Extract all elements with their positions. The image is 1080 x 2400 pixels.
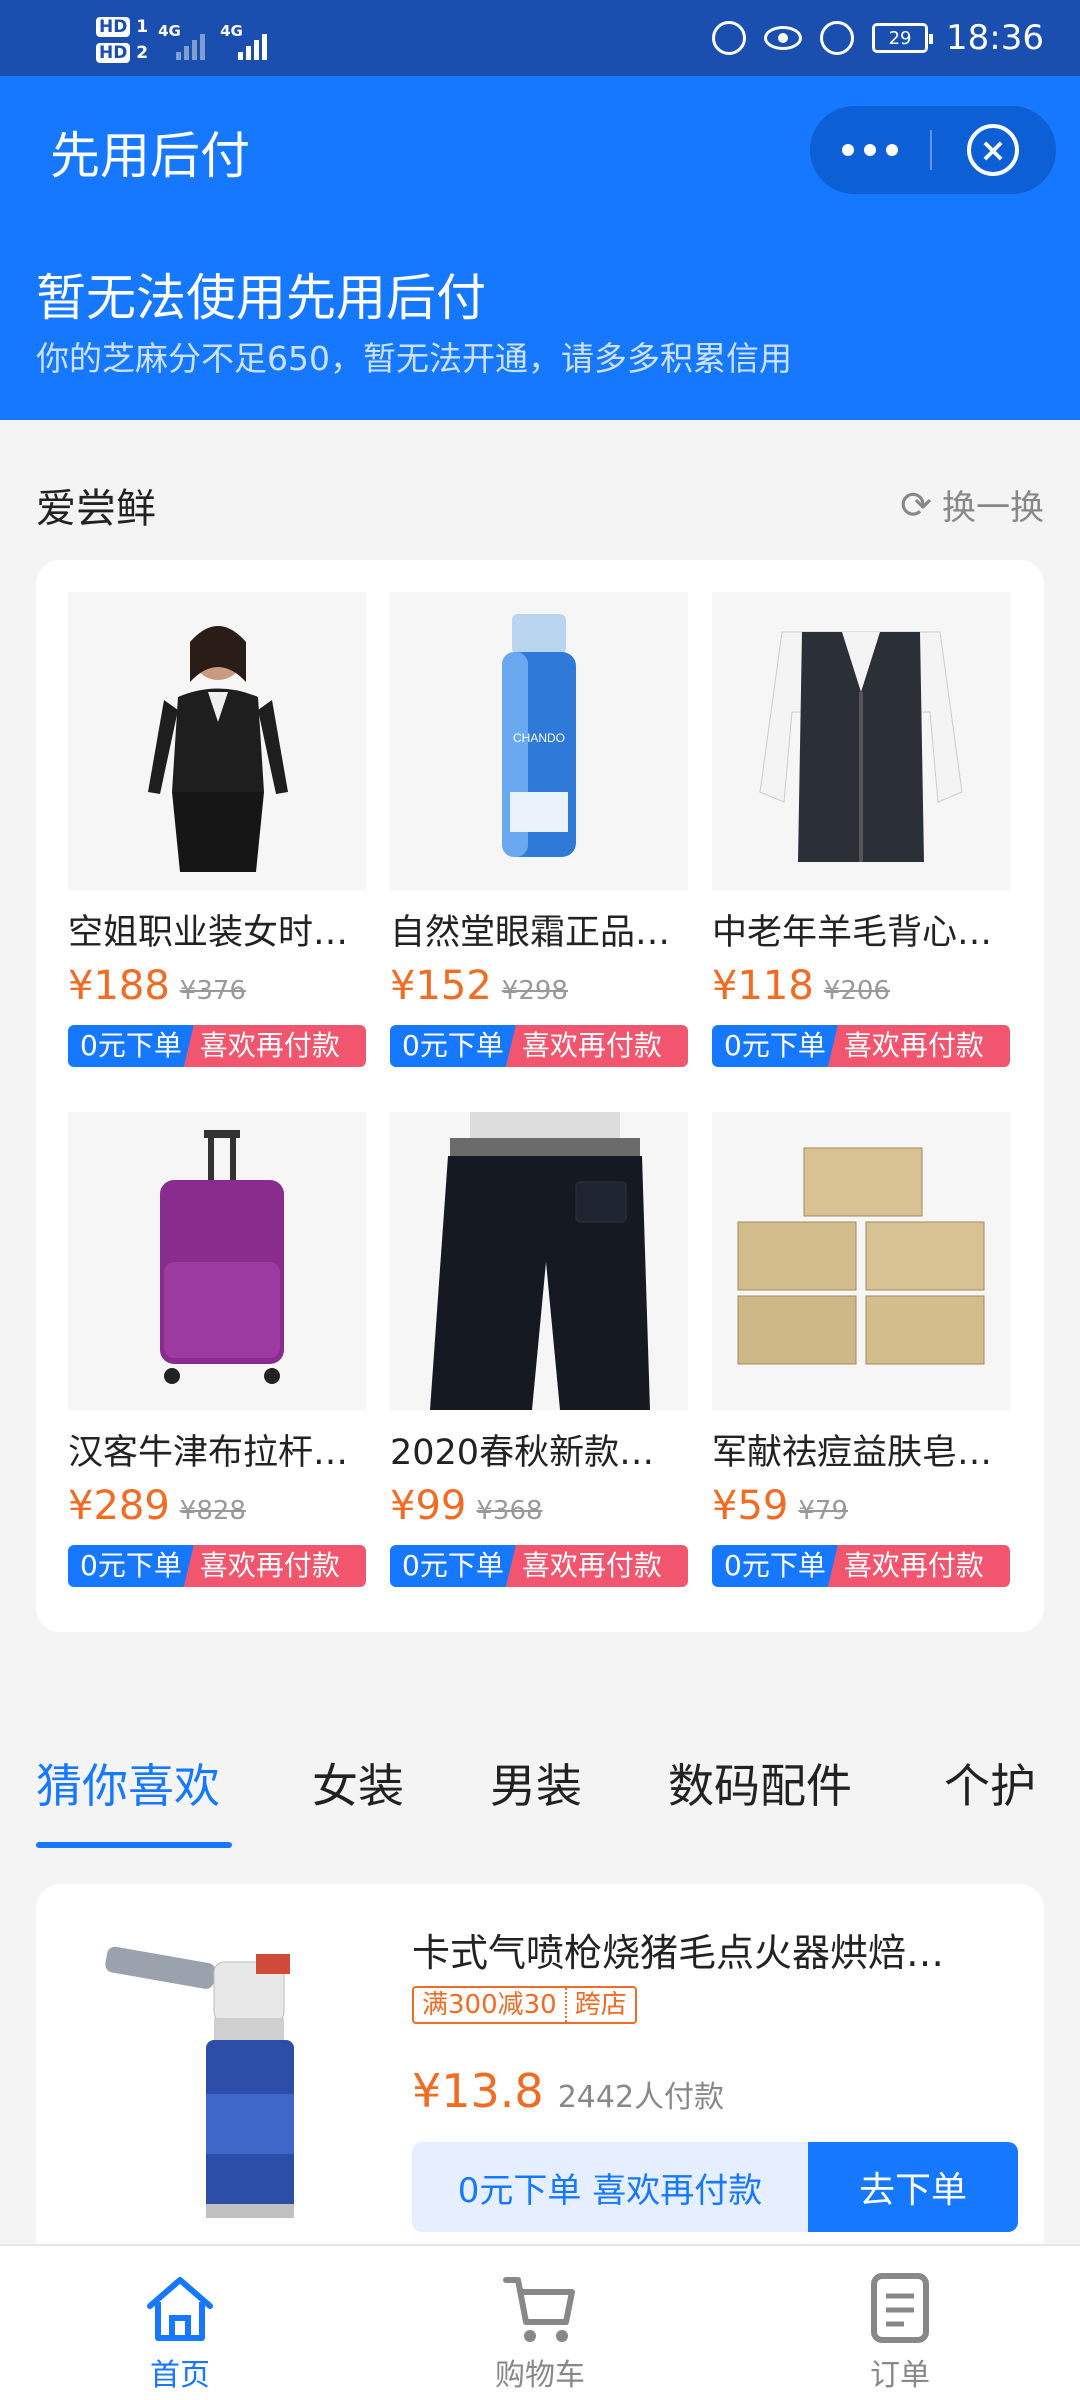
pay-later-tag: 0元下单 <box>390 1025 516 1067</box>
battery-icon: 29 <box>872 23 934 53</box>
pay-later-tag-2: 喜欢再付款 <box>505 1545 688 1587</box>
product-card[interactable]: 中老年羊毛背心… ¥118 ¥206 0元下单 喜欢再付款 <box>712 592 1010 1067</box>
refresh-button[interactable]: ⟳ 换一换 <box>900 480 1044 529</box>
page-title: 先用后付 <box>50 127 250 185</box>
product-card[interactable]: 军献祛痘益肤皂… ¥59 ¥79 0元下单 喜欢再付款 <box>712 1112 1010 1587</box>
sold-count: 2442人付款 <box>557 2080 725 2115</box>
nav-cart[interactable]: 购物车 <box>440 2246 640 2400</box>
pay-later-tag: 0元下单 <box>68 1025 194 1067</box>
product-card[interactable]: 汉客牛津布拉杆… ¥289 ¥828 0元下单 喜欢再付款 <box>68 1112 366 1587</box>
section-title: 爱尝鲜 <box>36 486 156 532</box>
sim1-label: HD <box>96 17 131 37</box>
sim-indicators: HD 1 HD 2 <box>96 14 148 66</box>
product-grid: 空姐职业装女时… ¥188 ¥376 0元下单 喜欢再付款 CHANDO 自然堂眼霜… <box>36 560 1044 1632</box>
product-name: 自然堂眼霜正品… <box>390 913 671 953</box>
product-price: ¥289 <box>68 1483 170 1529</box>
active-tab-indicator <box>36 1842 232 1848</box>
cart-icon <box>503 2277 575 2342</box>
product-card[interactable]: CHANDO 自然堂眼霜正品… ¥152 ¥298 0元下单 喜欢再付款 <box>390 592 688 1067</box>
list-item[interactable]: 卡式气喷枪烧猪毛点火器烘焙… 满300减30 跨店 ¥13.8 2442人付款 … <box>36 1884 1044 2244</box>
tab-personal-care[interactable]: 个护 <box>944 1750 1036 1816</box>
more-button[interactable] <box>810 106 930 194</box>
product-name: 卡式气喷枪烧猪毛点火器烘焙… <box>412 1931 945 1975</box>
tab-mens[interactable]: 男装 <box>490 1750 582 1816</box>
product-price: ¥59 <box>712 1483 789 1529</box>
refresh-label: 换一换 <box>942 488 1044 528</box>
signal-icon: 4G <box>158 18 210 62</box>
nav-orders[interactable]: 订单 <box>800 2246 1000 2400</box>
pay-later-tag-2: 喜欢再付款 <box>827 1025 1010 1067</box>
product-card[interactable]: 2020春秋新款… ¥99 ¥368 0元下单 喜欢再付款 <box>390 1112 688 1587</box>
product-image <box>68 1112 366 1410</box>
data-saver-icon <box>712 21 747 55</box>
product-image <box>68 592 366 890</box>
more-icon <box>842 144 854 156</box>
svg-text:CHANDO: CHANDO <box>513 731 565 745</box>
header: 先用后付 × 暂无法使用先用后付 你的芝麻分不足650，暂无法开通，请多多积累信… <box>0 76 1080 420</box>
status-subtitle: 你的芝麻分不足650，暂无法开通，请多多积累信用 <box>36 339 792 378</box>
product-name: 中老年羊毛背心… <box>712 913 993 953</box>
product-image <box>96 1914 336 2224</box>
tab-guess-you-like[interactable]: 猜你喜欢 <box>36 1750 220 1816</box>
product-image: CHANDO <box>390 592 688 890</box>
product-price: ¥13.8 <box>412 2064 544 2118</box>
product-name: 2020春秋新款… <box>390 1433 655 1473</box>
pay-later-button[interactable]: 0元下单 喜欢再付款 <box>412 2142 808 2232</box>
product-name: 汉客牛津布拉杆… <box>68 1433 349 1473</box>
product-original-price: ¥79 <box>798 1496 848 1526</box>
product-price: ¥99 <box>390 1483 467 1529</box>
status-headline: 暂无法使用先用后付 <box>36 269 486 327</box>
bottom-nav: 首页 购物车 订单 <box>0 2244 1080 2400</box>
refresh-icon: ⟳ <box>900 482 932 527</box>
status-bar: HD 1 HD 2 4G 4G 29 18:36 <box>0 0 1080 76</box>
close-icon: × <box>967 124 1019 176</box>
alarm-icon <box>820 21 855 55</box>
product-original-price: ¥298 <box>501 976 568 1006</box>
tab-digital-accessories[interactable]: 数码配件 <box>668 1750 852 1816</box>
order-button[interactable]: 去下单 <box>808 2142 1018 2232</box>
promo-type: 跨店 <box>574 1990 627 2020</box>
pay-later-tag: 0元下单 <box>68 1545 194 1587</box>
product-original-price: ¥368 <box>476 1496 543 1526</box>
promo-divider <box>564 1988 567 2022</box>
pay-later-tag-2: 喜欢再付款 <box>505 1025 688 1067</box>
tab-womens[interactable]: 女装 <box>312 1750 404 1816</box>
product-original-price: ¥206 <box>823 976 890 1006</box>
product-image <box>712 1112 1010 1410</box>
pay-later-tag-2: 喜欢再付款 <box>183 1025 366 1067</box>
pay-later-tag-2: 喜欢再付款 <box>183 1545 366 1587</box>
promo-badge: 满300减30 跨店 <box>412 1986 637 2024</box>
promo-text: 满300减30 <box>422 1990 557 2020</box>
close-button[interactable]: × <box>932 106 1054 194</box>
product-card[interactable]: 空姐职业装女时… ¥188 ¥376 0元下单 喜欢再付款 <box>68 592 366 1067</box>
product-original-price: ¥376 <box>179 976 246 1006</box>
eye-icon <box>764 26 803 50</box>
product-name: 军献祛痘益肤皂… <box>712 1433 993 1473</box>
product-original-price: ¥828 <box>179 1496 246 1526</box>
product-name: 空姐职业装女时… <box>68 913 349 953</box>
order-icon <box>871 2273 929 2343</box>
signal-icon-2: 4G <box>220 18 272 62</box>
product-price: ¥152 <box>390 963 492 1009</box>
product-image <box>712 592 1010 890</box>
clock: 18:36 <box>946 18 1044 58</box>
miniapp-capsule: × <box>810 106 1056 194</box>
battery-level: 29 <box>888 27 912 49</box>
pay-later-tag: 0元下单 <box>390 1545 516 1587</box>
category-tabs: 猜你喜欢 女装 男装 数码配件 个护 <box>0 1750 1080 1850</box>
nav-home[interactable]: 首页 <box>80 2246 280 2400</box>
sim2-label: HD <box>96 43 131 63</box>
product-price: ¥188 <box>68 963 170 1009</box>
product-price: ¥118 <box>712 963 814 1009</box>
pay-later-tag: 0元下单 <box>712 1025 838 1067</box>
nav-cart-label: 购物车 <box>495 2358 585 2393</box>
pay-later-tag-2: 喜欢再付款 <box>827 1545 1010 1587</box>
pay-later-tag: 0元下单 <box>712 1545 838 1587</box>
nav-orders-label: 订单 <box>870 2358 930 2393</box>
nav-home-label: 首页 <box>150 2358 210 2393</box>
home-icon <box>147 2277 213 2341</box>
product-image <box>390 1112 688 1410</box>
